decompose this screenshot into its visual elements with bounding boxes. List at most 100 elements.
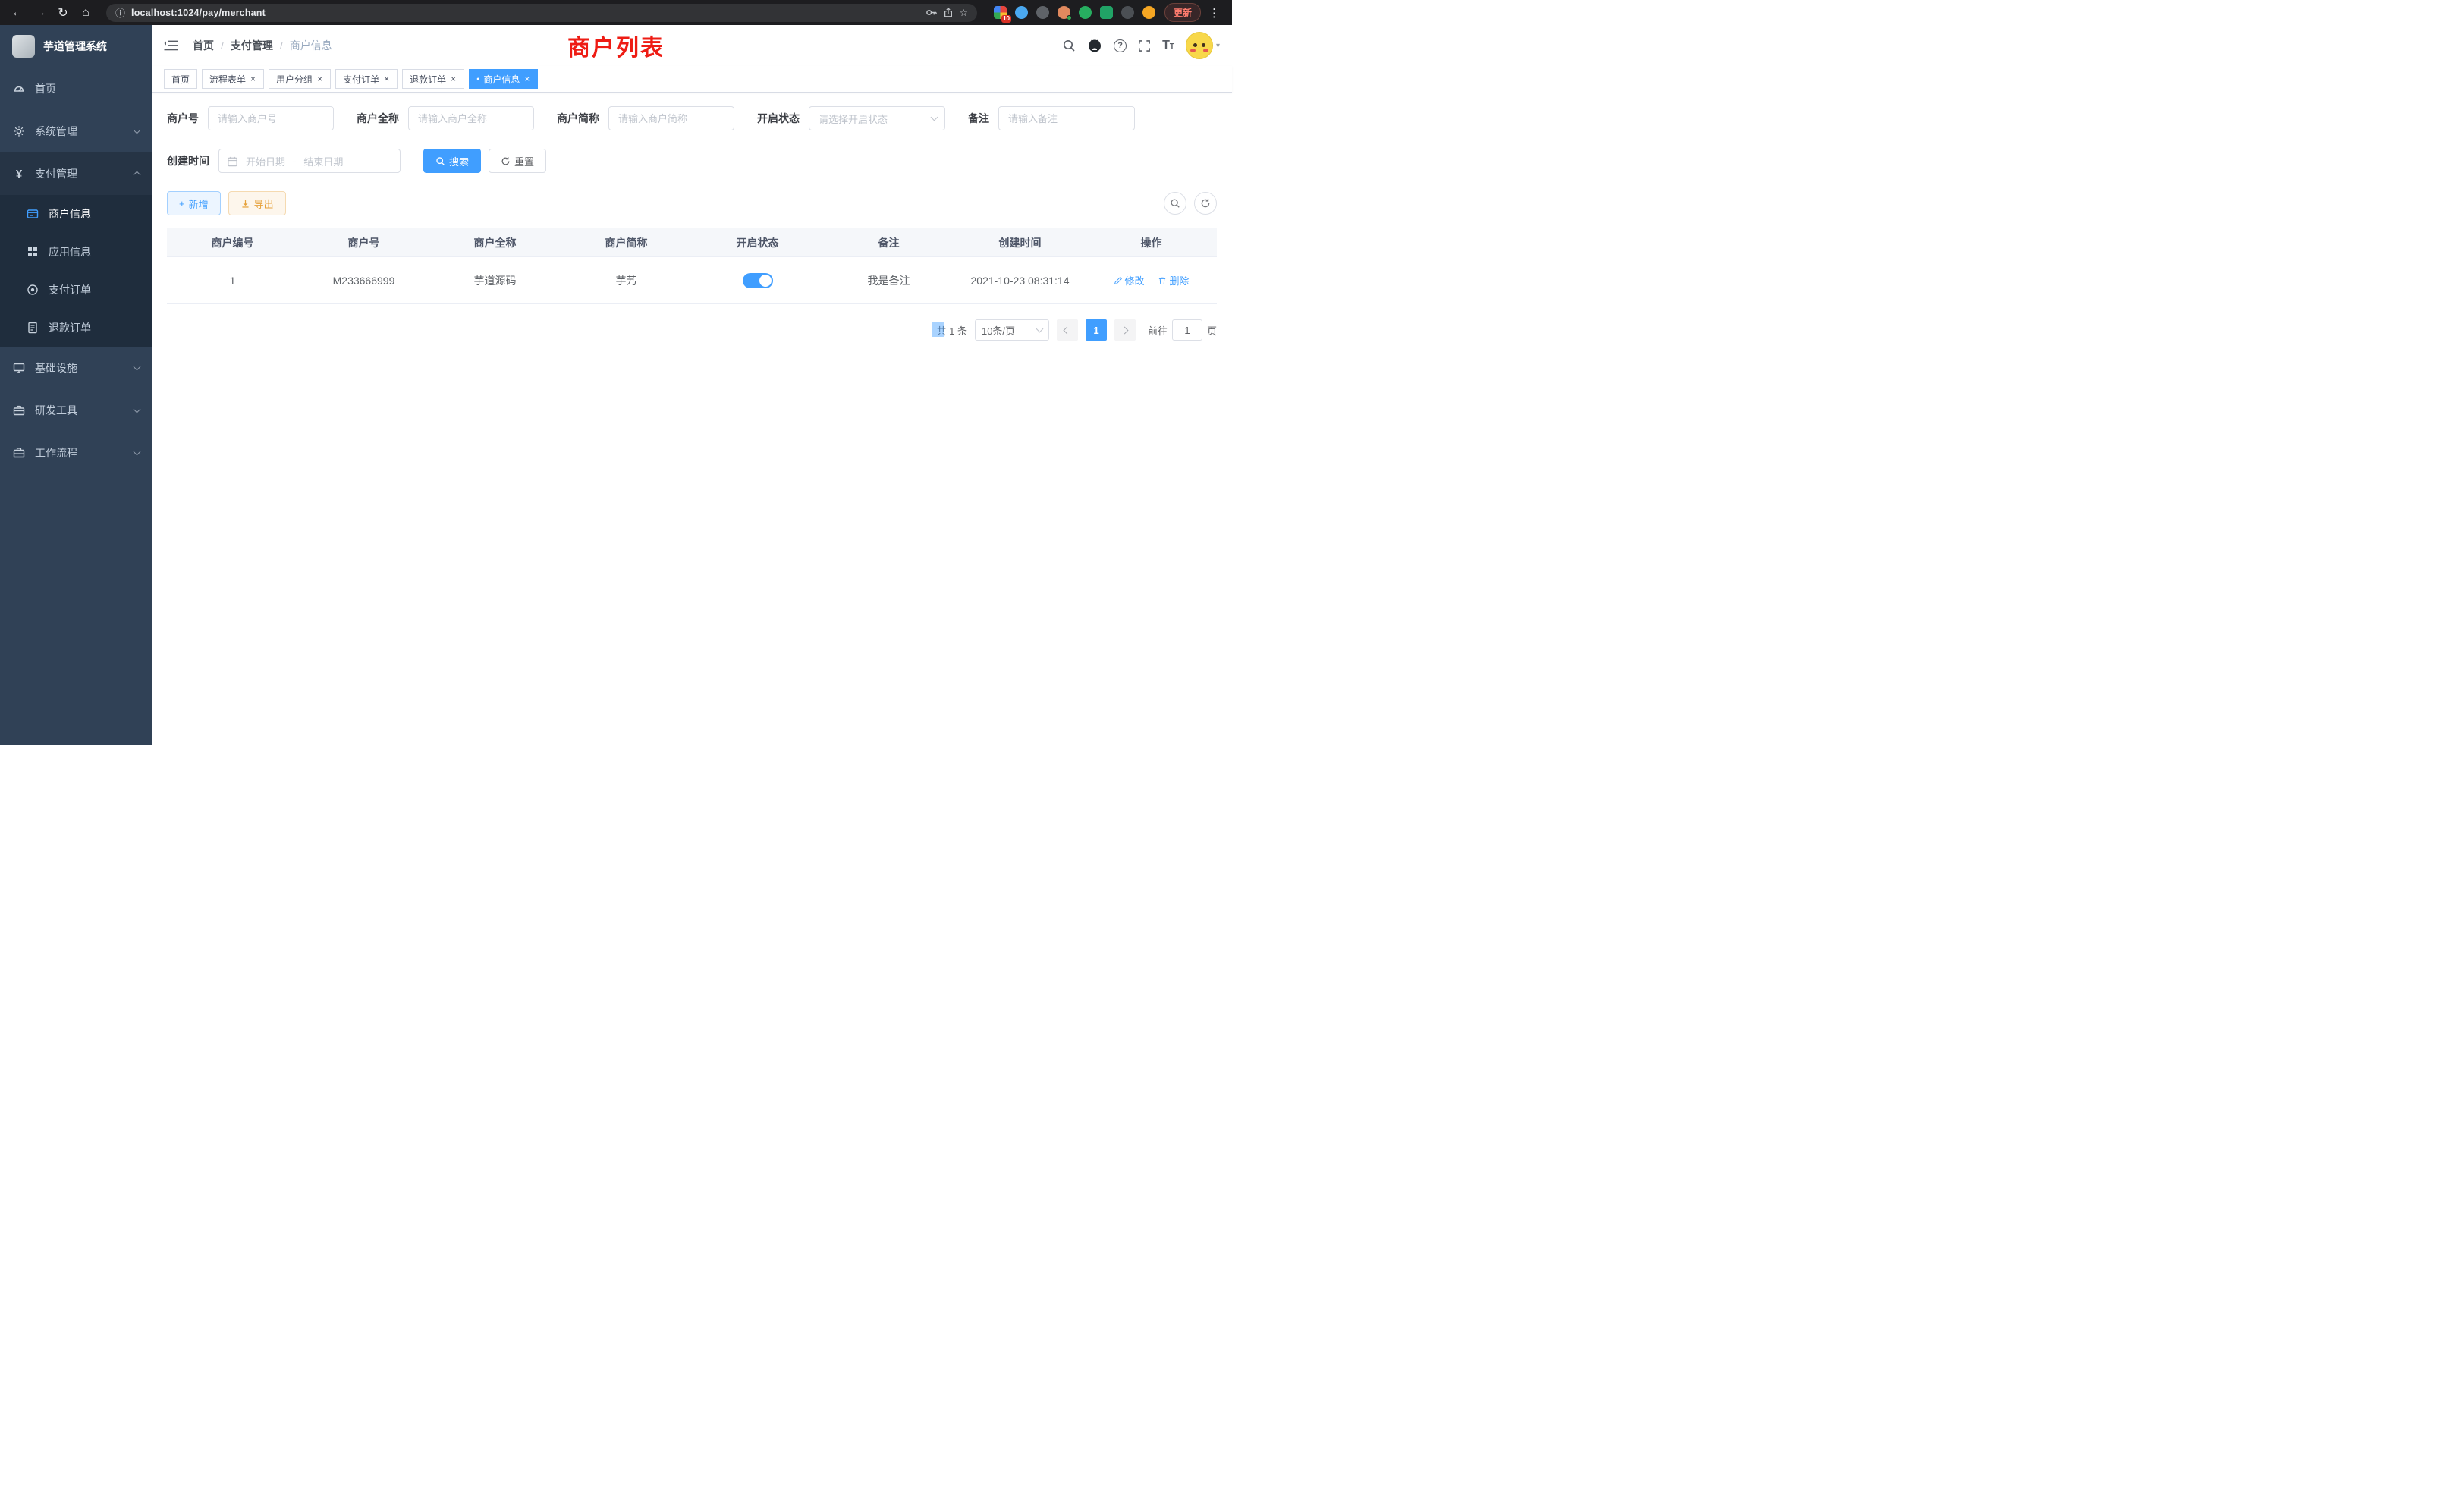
export-button[interactable]: 导出: [228, 191, 286, 215]
goto-page: 前往 页: [1148, 319, 1217, 341]
table-toolbar: + 新增 导出: [167, 191, 1217, 215]
github-icon[interactable]: [1087, 38, 1102, 53]
sidebar-item-payment[interactable]: ¥ 支付管理: [0, 152, 152, 195]
tab-merchant-info[interactable]: ● 商户信息 ×: [469, 69, 538, 89]
breadcrumb-item[interactable]: 支付管理: [231, 38, 273, 53]
tab-label: 退款订单: [410, 73, 446, 86]
sidebar-item-merchant-info[interactable]: 商户信息: [0, 195, 152, 233]
bookmark-star-icon[interactable]: ☆: [960, 7, 968, 18]
close-icon[interactable]: ×: [250, 74, 256, 83]
extension-icon[interactable]: [1079, 6, 1092, 19]
search-icon[interactable]: [1062, 39, 1076, 52]
toggle-search-button[interactable]: [1164, 192, 1186, 215]
main-panel: 商户列表 首页 / 支付管理 / 商户信息 ?: [152, 25, 1232, 745]
close-icon[interactable]: ×: [523, 74, 530, 83]
tab-home[interactable]: 首页: [164, 69, 197, 89]
sidebar-item-app-info[interactable]: 应用信息: [0, 233, 152, 271]
extension-icon[interactable]: [1036, 6, 1049, 19]
browser-back-button[interactable]: ←: [8, 3, 27, 23]
app-root: 芋道管理系统 首页 系统管理 ¥ 支付管理: [0, 25, 1232, 745]
column-header: 商户号: [298, 228, 429, 257]
tab-payment-orders[interactable]: 支付订单 ×: [335, 69, 398, 89]
pagination: 共 1 条 10条/页 1 前往 页: [167, 319, 1217, 341]
column-header: 操作: [1086, 228, 1217, 257]
reset-button[interactable]: 重置: [489, 149, 546, 173]
delete-link[interactable]: 删除: [1158, 273, 1189, 288]
breadcrumb-separator: /: [221, 39, 224, 52]
export-button-label: 导出: [254, 196, 274, 211]
browser-menu-icon[interactable]: ⋮: [1204, 6, 1224, 20]
tab-label: 用户分组: [276, 73, 313, 86]
column-header: 商户编号: [167, 228, 298, 257]
payment-submenu: 商户信息 应用信息 支付订单: [0, 195, 152, 347]
browser-home-button[interactable]: ⌂: [76, 3, 96, 23]
remark-input[interactable]: [998, 106, 1135, 130]
close-icon[interactable]: ×: [316, 74, 323, 83]
reset-button-label: 重置: [514, 154, 534, 168]
page-unit-label: 页: [1207, 323, 1217, 338]
share-icon[interactable]: [943, 7, 954, 18]
extension-status-dot: [1067, 15, 1072, 20]
close-icon[interactable]: ×: [383, 74, 390, 83]
search-form-row-1: 商户号 商户全称 商户简称 开启状态 请选择开启状态: [167, 106, 1217, 130]
prev-page-button[interactable]: [1057, 319, 1078, 341]
search-button[interactable]: 搜索: [423, 149, 481, 173]
cell-full-name: 芋道源码: [429, 257, 561, 304]
goto-page-input[interactable]: [1172, 319, 1202, 341]
merchant-short-name-input[interactable]: [608, 106, 734, 130]
field-label: 开启状态: [757, 111, 800, 126]
add-button-label: 新增: [189, 196, 209, 211]
sidebar-collapse-icon[interactable]: [164, 37, 181, 54]
tab-user-group[interactable]: 用户分组 ×: [269, 69, 331, 89]
status-toggle[interactable]: [743, 273, 773, 288]
extension-icon[interactable]: [1015, 6, 1028, 19]
browser-toolbar: ← → ↻ ⌂ ⓘ localhost:1024/pay/merchant ☆ …: [0, 0, 1232, 25]
merchant-no-input[interactable]: [208, 106, 334, 130]
sidebar-item-refund-orders[interactable]: 退款订单: [0, 309, 152, 347]
add-button[interactable]: + 新增: [167, 191, 221, 215]
extension-icon[interactable]: 10: [994, 6, 1007, 19]
sidebar-item-devtools[interactable]: 研发工具: [0, 389, 152, 432]
font-size-icon[interactable]: TT: [1162, 39, 1174, 52]
app-logo[interactable]: 芋道管理系统: [0, 25, 152, 68]
close-icon[interactable]: ×: [450, 74, 457, 83]
refresh-table-button[interactable]: [1194, 192, 1217, 215]
sidebar-item-workflow[interactable]: 工作流程: [0, 432, 152, 474]
sidebar-item-home[interactable]: 首页: [0, 68, 152, 110]
chevron-down-icon: [932, 117, 937, 120]
tab-process-form[interactable]: 流程表单 ×: [202, 69, 264, 89]
edit-link[interactable]: 修改: [1114, 273, 1145, 288]
page-size-select[interactable]: 10条/页: [975, 319, 1049, 341]
extension-icon[interactable]: [1100, 6, 1113, 19]
extension-icon[interactable]: [1142, 6, 1155, 19]
merchant-full-name-input[interactable]: [408, 106, 534, 130]
cell-actions: 修改 删除: [1086, 257, 1217, 304]
status-select[interactable]: 请选择开启状态: [809, 106, 945, 130]
browser-reload-button[interactable]: ↻: [53, 3, 73, 23]
extension-icon[interactable]: [1121, 6, 1134, 19]
breadcrumb-item[interactable]: 首页: [193, 38, 214, 53]
chevron-down-icon: [134, 451, 140, 454]
address-bar[interactable]: ⓘ localhost:1024/pay/merchant ☆: [106, 4, 977, 22]
sidebar-item-payment-orders[interactable]: 支付订单: [0, 271, 152, 309]
site-info-icon[interactable]: ⓘ: [115, 5, 125, 20]
app-title: 芋道管理系统: [43, 39, 107, 54]
search-form-row-2: 创建时间 开始日期 - 结束日期 搜索: [167, 149, 1217, 173]
extension-icon[interactable]: [1058, 6, 1070, 19]
password-key-icon[interactable]: [926, 7, 937, 18]
chevron-down-icon: [1037, 328, 1042, 332]
help-icon[interactable]: ?: [1114, 39, 1127, 52]
briefcase-icon: [12, 447, 26, 459]
next-page-button[interactable]: [1114, 319, 1136, 341]
user-avatar-menu[interactable]: ▾: [1186, 32, 1220, 59]
sidebar: 芋道管理系统 首页 系统管理 ¥ 支付管理: [0, 25, 152, 745]
sidebar-item-system[interactable]: 系统管理: [0, 110, 152, 152]
page-number-1[interactable]: 1: [1086, 319, 1107, 341]
extension-badge: 10: [1001, 15, 1011, 23]
tab-refund-orders[interactable]: 退款订单 ×: [402, 69, 464, 89]
chrome-update-button[interactable]: 更新: [1164, 3, 1201, 22]
sidebar-item-infrastructure[interactable]: 基础设施: [0, 347, 152, 389]
browser-forward-button[interactable]: →: [30, 3, 50, 23]
fullscreen-icon[interactable]: [1138, 39, 1151, 52]
create-time-range-picker[interactable]: 开始日期 - 结束日期: [218, 149, 401, 173]
